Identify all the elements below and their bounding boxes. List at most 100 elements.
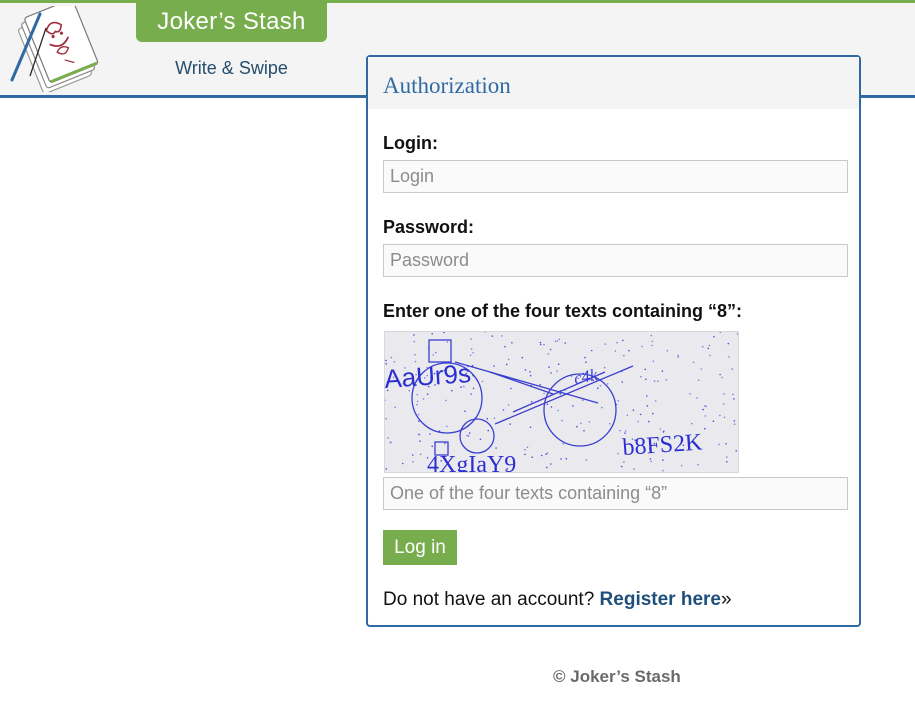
captcha-noise-dot (419, 440, 421, 442)
captcha-noise-dot (704, 415, 707, 417)
captcha-noise-dot (708, 344, 711, 347)
captcha-noise-dot (700, 368, 703, 370)
captcha-noise-dot (546, 452, 549, 454)
captcha-noise-dot (531, 456, 533, 458)
captcha-noise-dot (435, 351, 437, 354)
captcha-noise-dot (666, 350, 669, 352)
captcha-noise-dot (609, 422, 611, 425)
captcha-noise-dot (731, 368, 733, 370)
captcha-noise-dot (479, 438, 482, 441)
captcha-noise-dot (617, 452, 619, 455)
captcha-noise-dot (470, 348, 473, 350)
captcha-noise-dot (562, 443, 565, 445)
captcha-noise-dot (725, 443, 727, 445)
captcha-noise-dot (601, 406, 603, 409)
register-link[interactable]: Register here (600, 589, 721, 610)
captcha-noise-dot (486, 417, 489, 420)
captcha-noise-dot (728, 356, 730, 358)
page: Joker’s Stash Write & Swipe Authorizatio… (0, 0, 915, 711)
captcha-noise-dot (599, 385, 602, 387)
captcha-noise-dot (504, 345, 506, 348)
captcha-noise-dot (696, 397, 698, 399)
login-input[interactable] (383, 160, 848, 193)
register-link-suffix: » (721, 589, 732, 610)
captcha-noise-dot (558, 338, 561, 341)
captcha-noise-dot (550, 463, 552, 465)
captcha-noise-dot (726, 456, 728, 458)
captcha-noise-dot (736, 333, 739, 335)
joker-cards-logo[interactable] (6, 6, 108, 92)
captcha-noise-dot (444, 442, 446, 445)
captcha-noise-dot (582, 399, 584, 401)
captcha-noise-dot (637, 420, 639, 423)
captcha-noise-dot (644, 368, 646, 371)
captcha-noise-dot (540, 454, 543, 457)
captcha-noise-dot (416, 393, 419, 396)
captcha-noise-dot (384, 399, 386, 401)
captcha-noise-dot (389, 442, 392, 444)
captcha-noise-dot (445, 399, 447, 402)
captcha-noise-dot (619, 429, 621, 432)
captcha-noise-dot (572, 405, 574, 407)
password-input[interactable] (383, 244, 848, 277)
site-brand-tab[interactable]: Joker’s Stash (136, 3, 327, 42)
captcha-noise-dot (467, 435, 470, 437)
captcha-noise-dot (413, 340, 416, 343)
captcha-noise-dot (502, 409, 505, 411)
captcha-noise-dot (495, 447, 497, 449)
captcha-noise-dot (557, 409, 559, 412)
captcha-noise-dot (707, 347, 709, 350)
captcha-noise-dot (584, 356, 586, 359)
captcha-noise-dot (559, 393, 562, 395)
captcha-noise-dot (426, 393, 429, 395)
captcha-noise-dot (614, 350, 617, 352)
captcha-noise-dot (628, 349, 630, 352)
captcha-noise-dot (652, 412, 654, 415)
captcha-noise-dot (590, 349, 593, 352)
captcha-noise-dot (588, 421, 591, 423)
captcha-noise-dot (641, 345, 643, 348)
captcha-noise-dot (648, 420, 650, 423)
captcha-noise-dot (550, 372, 552, 374)
captcha-noise-dot (659, 428, 662, 430)
captcha-noise-dot (554, 340, 557, 343)
captcha-noise-dot (702, 408, 704, 411)
captcha-noise-dot (616, 341, 618, 344)
captcha-noise-dot (546, 466, 548, 469)
captcha-noise-dot (472, 387, 475, 390)
captcha-label: Enter one of the four texts containing “… (383, 301, 743, 321)
captcha-noise-dot (416, 400, 419, 403)
captcha-noise-dot (633, 468, 635, 470)
captcha-noise-dot (719, 414, 721, 417)
captcha-noise-dot (464, 410, 466, 412)
captcha-noise-dot (529, 426, 532, 429)
captcha-noise-dot (524, 448, 526, 451)
captcha-noise-dot (510, 387, 512, 390)
captcha-noise-dot (719, 373, 721, 376)
captcha-noise-dot (429, 433, 431, 435)
login-button[interactable]: Log in (383, 530, 457, 565)
captcha-noise-dot (651, 340, 654, 343)
authorization-header: Authorization (368, 57, 859, 109)
captcha-noise-dot (603, 366, 606, 369)
captcha-noise-dot (564, 342, 566, 344)
captcha-noise-dot (385, 359, 387, 362)
captcha-noise-dot (719, 331, 722, 334)
captcha-noise-dot (677, 356, 679, 358)
captcha-noise-dot (677, 354, 679, 357)
captcha-noise-dot (561, 419, 563, 422)
captcha-noise-dot (468, 432, 471, 434)
captcha-noise-dot (661, 370, 664, 372)
register-prompt: Do not have an account? Register here» (383, 589, 732, 611)
captcha-noise-dot (689, 393, 691, 395)
captcha-noise-dot (639, 413, 642, 416)
captcha-image: AaUr9s c4k 4XgIaY9 b8FS2K (383, 331, 739, 478)
captcha-input[interactable] (383, 477, 848, 510)
captcha-noise-dot (539, 341, 542, 344)
captcha-noise-dot (507, 404, 510, 406)
captcha-noise-dot (624, 430, 627, 432)
captcha-noise-dot (491, 335, 494, 337)
captcha-noise-dot (697, 463, 699, 466)
captcha-graphic: AaUr9s c4k 4XgIaY9 b8FS2K (383, 331, 739, 478)
captcha-noise-dot (507, 358, 510, 361)
